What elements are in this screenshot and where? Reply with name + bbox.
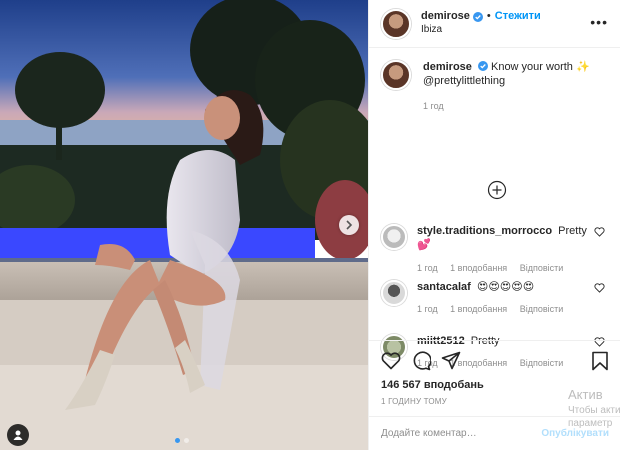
- header-separator: •: [486, 10, 491, 23]
- comment-reply[interactable]: Відповісти: [520, 263, 564, 273]
- photo-scene: [0, 0, 368, 450]
- publish-button[interactable]: Опублікувати: [541, 428, 609, 439]
- comment-likes[interactable]: 1 вподобання: [450, 263, 507, 273]
- likes-count[interactable]: 146 567 вподобань: [381, 379, 609, 391]
- carousel-dot: [184, 438, 189, 443]
- comment-likes[interactable]: 1 вподобання: [450, 304, 507, 314]
- post-photo[interactable]: [0, 0, 368, 450]
- like-comment-icon[interactable]: [594, 283, 605, 293]
- carousel-dot-active: [175, 438, 180, 443]
- comment-text: 😍😍😍😍😍: [476, 281, 535, 293]
- caption-time: 1 год: [423, 100, 444, 111]
- comment-username[interactable]: santacalaf: [417, 281, 471, 293]
- instagram-post: demirose • Стежити Ibiza ••• demirose Kn…: [0, 0, 620, 450]
- user-icon: [13, 430, 23, 440]
- verified-badge-icon: [472, 12, 483, 23]
- post-sidebar: demirose • Стежити Ibiza ••• demirose Kn…: [368, 0, 620, 450]
- follow-button[interactable]: Стежити: [495, 10, 541, 24]
- add-comment-bar: Додайте коментар… Опублікувати: [369, 416, 620, 450]
- commenter-avatar[interactable]: [381, 224, 407, 250]
- comment-input[interactable]: Додайте коментар…: [381, 428, 541, 439]
- comment-bubble-icon[interactable]: [411, 351, 431, 371]
- like-heart-icon[interactable]: [381, 352, 401, 370]
- carousel-indicator: [175, 438, 189, 443]
- load-more-comments-icon[interactable]: [487, 180, 507, 200]
- comment-username[interactable]: style.traditions_morrocco: [417, 225, 552, 237]
- post-timestamp: 1 ГОДИНУ ТОМУ: [381, 397, 447, 406]
- caption-username[interactable]: demirose: [423, 61, 472, 73]
- author-avatar[interactable]: [381, 8, 411, 39]
- post-actions: 146 567 вподобань 1 ГОДИНУ ТОМУ: [369, 340, 620, 406]
- more-options-icon[interactable]: •••: [590, 14, 608, 30]
- share-direct-icon[interactable]: [441, 351, 461, 371]
- comments-section: demirose Know your worth ✨ @prettylittle…: [369, 48, 620, 368]
- comment-reply[interactable]: Відповісти: [520, 304, 564, 314]
- comment-time: 1 год: [417, 262, 438, 273]
- comment-item: santacalaf 😍😍😍😍😍 1 год 1 вподобання Відп…: [381, 280, 609, 316]
- caption-avatar[interactable]: [381, 60, 411, 90]
- post-location[interactable]: Ibiza: [421, 24, 541, 37]
- verified-badge-icon: [477, 61, 488, 71]
- post-caption: demirose Know your worth ✨ @prettylittle…: [381, 60, 608, 112]
- comment-item: style.traditions_morrocco Pretty 💕 1 год…: [381, 224, 609, 274]
- tagged-users-button[interactable]: [7, 424, 29, 446]
- post-header: demirose • Стежити Ibiza •••: [369, 0, 620, 48]
- like-comment-icon[interactable]: [594, 227, 605, 237]
- author-username[interactable]: demirose: [421, 10, 470, 24]
- next-slide-button[interactable]: [339, 215, 359, 235]
- commenter-avatar[interactable]: [381, 280, 407, 306]
- comment-time: 1 год: [417, 304, 438, 315]
- save-bookmark-icon[interactable]: [591, 351, 609, 371]
- chevron-right-icon: [346, 220, 353, 230]
